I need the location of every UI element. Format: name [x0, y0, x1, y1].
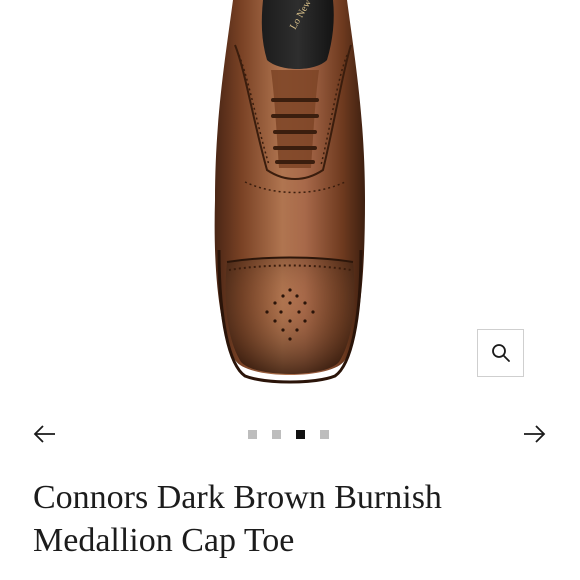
gallery-navigation	[0, 418, 580, 450]
carousel-dot-2[interactable]	[272, 430, 281, 439]
product-title-line-1: Connors Dark Brown Burnish	[33, 479, 442, 516]
carousel-dot-3[interactable]	[296, 430, 305, 439]
next-image-button[interactable]	[521, 422, 547, 446]
zoom-button[interactable]	[477, 329, 524, 377]
carousel-dots	[248, 430, 329, 439]
product-image: Lo New York	[214, 0, 365, 384]
previous-image-button[interactable]	[32, 422, 58, 446]
carousel-dot-1[interactable]	[248, 430, 257, 439]
carousel-dot-4[interactable]	[320, 430, 329, 439]
toe-cap	[225, 257, 355, 374]
arrow-right-icon	[524, 425, 546, 443]
product-title-line-2: Medallion Cap Toe	[33, 522, 295, 559]
product-title: Connors Dark Brown Burnish Medallion Cap…	[33, 476, 553, 562]
magnifier-icon	[491, 344, 510, 362]
arrow-left-icon	[33, 425, 55, 443]
